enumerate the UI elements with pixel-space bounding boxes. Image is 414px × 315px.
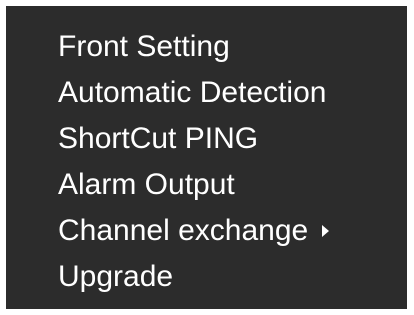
menu-item-label: Alarm Output	[58, 168, 235, 201]
menu-item-label: Channel exchange	[58, 214, 309, 247]
menu-item-automatic-detection[interactable]: Automatic Detection	[58, 72, 407, 114]
menu-item-label: Automatic Detection	[58, 76, 327, 109]
menu-item-label: Upgrade	[58, 260, 174, 293]
menu-item-shortcut-ping[interactable]: ShortCut PING	[58, 118, 407, 160]
context-menu: Front Setting Automatic Detection ShortC…	[6, 6, 407, 309]
menu-item-alarm-output[interactable]: Alarm Output	[58, 164, 407, 206]
menu-item-label: ShortCut PING	[58, 122, 259, 155]
menu-item-front-setting[interactable]: Front Setting	[58, 26, 407, 68]
chevron-right-icon	[322, 225, 330, 237]
menu-item-channel-exchange[interactable]: Channel exchange	[58, 210, 407, 252]
menu-item-label: Front Setting	[58, 30, 230, 63]
menu-item-upgrade[interactable]: Upgrade	[58, 256, 407, 298]
